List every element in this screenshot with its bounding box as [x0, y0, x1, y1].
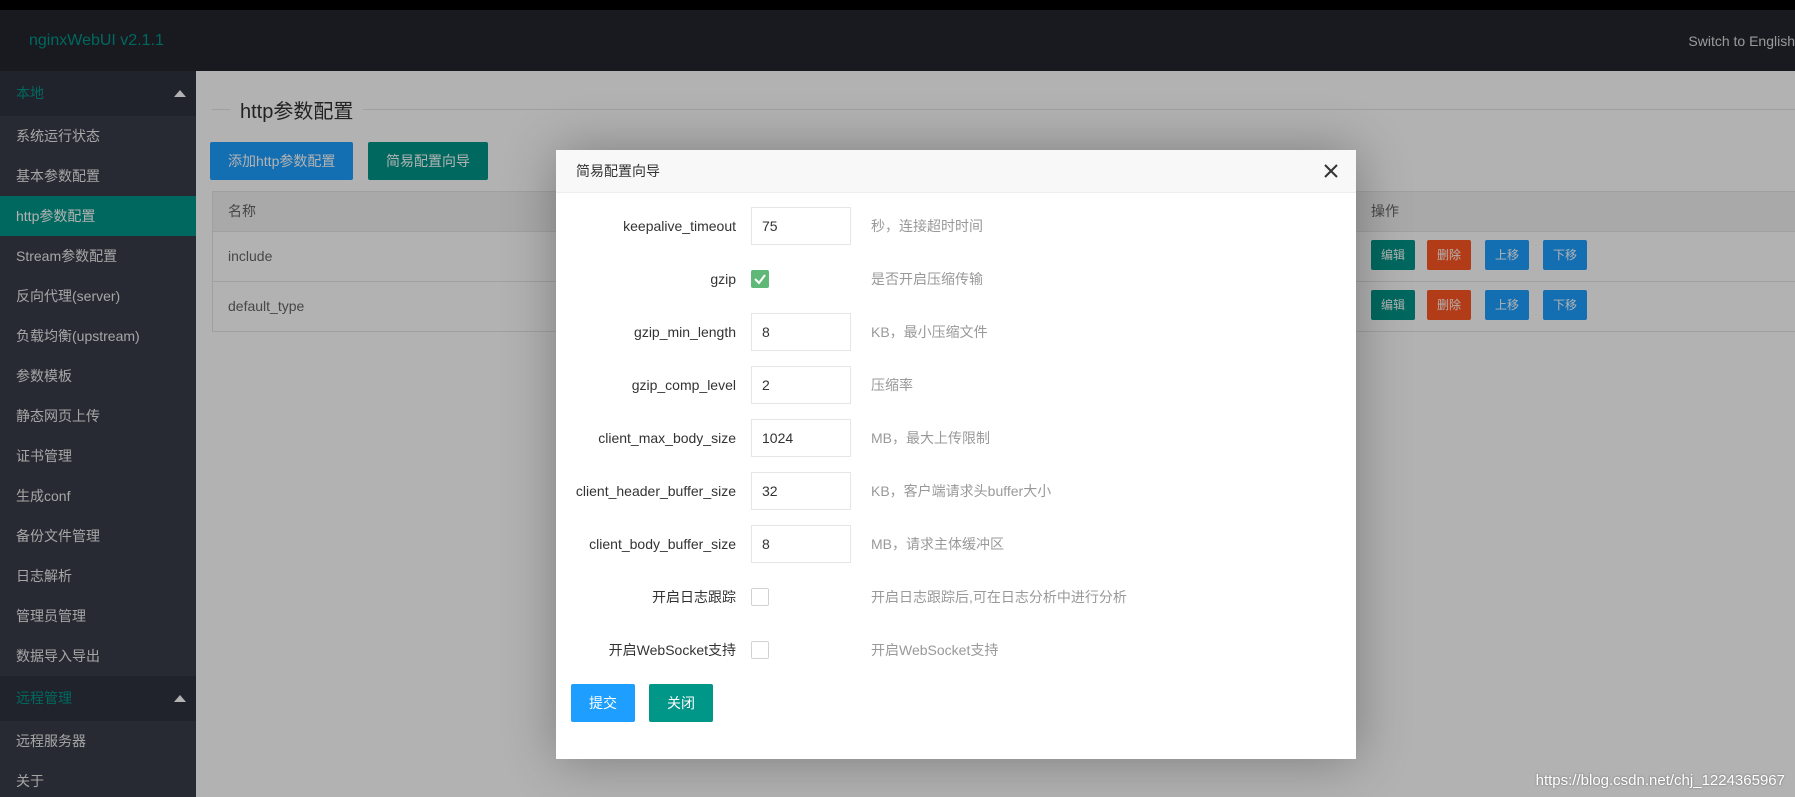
watermark-text: https://blog.csdn.net/chj_1224365967	[1535, 772, 1785, 789]
field-label: keepalive_timeout	[623, 218, 736, 234]
gzip-comp-level-input[interactable]: 2	[751, 366, 851, 404]
field-hint: 开启WebSocket支持	[871, 642, 999, 658]
form-row-client-body-buffer: client_body_buffer_size 8 MB，请求主体缓冲区	[556, 525, 1356, 563]
client-max-body-size-input[interactable]: 1024	[751, 419, 851, 457]
form-row-gzip-min-length: gzip_min_length 8 KB，最小压缩文件	[556, 313, 1356, 351]
field-hint: 压缩率	[871, 377, 913, 393]
field-hint: MB，最大上传限制	[871, 430, 990, 446]
field-label: client_header_buffer_size	[575, 483, 736, 499]
websocket-checkbox[interactable]	[751, 641, 769, 659]
field-label: 开启日志跟踪	[652, 589, 736, 605]
submit-button[interactable]: 提交	[571, 684, 635, 722]
gzip-min-length-input[interactable]: 8	[751, 313, 851, 351]
field-label: client_max_body_size	[598, 430, 736, 446]
form-row-client-max-body: client_max_body_size 1024 MB，最大上传限制	[556, 419, 1356, 457]
form-row-gzip: gzip 是否开启压缩传输	[556, 260, 1356, 298]
field-hint: 是否开启压缩传输	[871, 271, 983, 287]
form-row-keepalive: keepalive_timeout 75 秒，连接超时时间	[556, 207, 1356, 245]
form-row-client-header-buffer: client_header_buffer_size 32 KB，客户端请求头bu…	[556, 472, 1356, 510]
field-label: 开启WebSocket支持	[608, 642, 736, 658]
close-icon[interactable]	[1320, 160, 1342, 182]
field-hint: KB，客户端请求头buffer大小	[871, 483, 1052, 499]
field-label: gzip_comp_level	[631, 377, 736, 393]
field-hint: 秒，连接超时时间	[871, 218, 983, 234]
field-hint: 开启日志跟踪后,可在日志分析中进行分析	[871, 589, 1127, 605]
field-label: gzip_min_length	[634, 324, 736, 340]
form-row-websocket: 开启WebSocket支持 开启WebSocket支持	[556, 631, 1356, 669]
client-body-buffer-size-input[interactable]: 8	[751, 525, 851, 563]
field-hint: KB，最小压缩文件	[871, 324, 988, 340]
modal-title: 简易配置向导	[556, 150, 1356, 193]
field-hint: MB，请求主体缓冲区	[871, 536, 1004, 552]
field-label: client_body_buffer_size	[589, 536, 736, 552]
wizard-modal: 简易配置向导 keepalive_timeout 75 秒，连接超时时间 gzi…	[556, 150, 1356, 759]
keepalive-timeout-input[interactable]: 75	[751, 207, 851, 245]
field-label: gzip	[710, 271, 736, 287]
form-row-gzip-comp-level: gzip_comp_level 2 压缩率	[556, 366, 1356, 404]
gzip-checkbox[interactable]	[751, 270, 769, 288]
form-row-log-tracking: 开启日志跟踪 开启日志跟踪后,可在日志分析中进行分析	[556, 578, 1356, 616]
close-button[interactable]: 关闭	[649, 684, 713, 722]
client-header-buffer-size-input[interactable]: 32	[751, 472, 851, 510]
log-tracking-checkbox[interactable]	[751, 588, 769, 606]
checkmark-icon	[754, 274, 766, 285]
